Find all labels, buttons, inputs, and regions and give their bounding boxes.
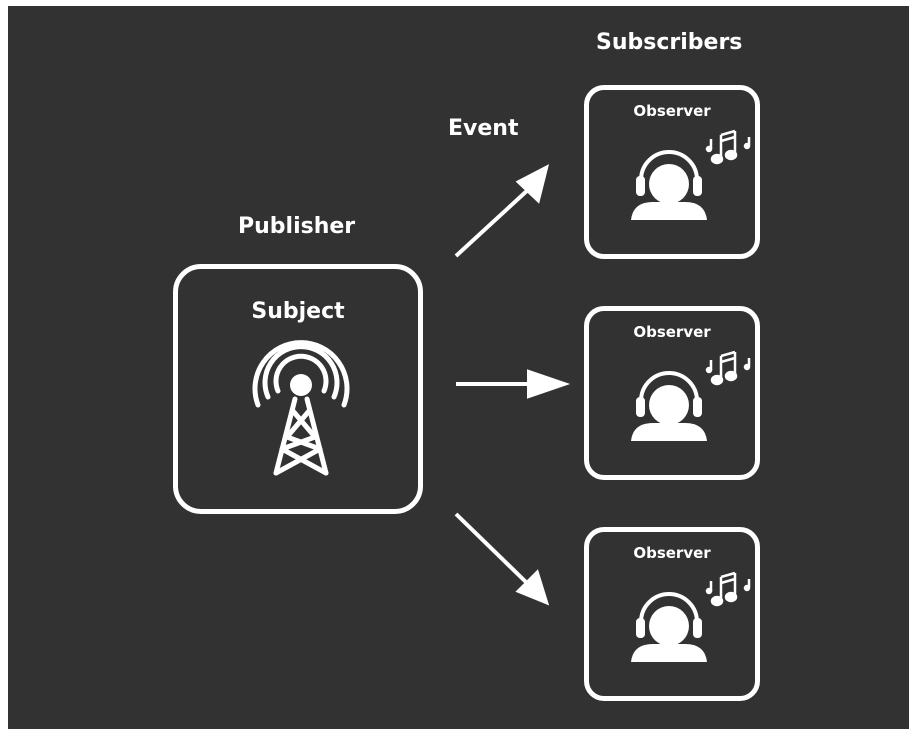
- music-notes-icon: [705, 129, 751, 165]
- observer-box-1: Observer: [584, 85, 760, 259]
- arrow-to-observer-1: [454, 186, 532, 258]
- music-notes-icon: [705, 571, 751, 607]
- observer-title: Observer: [633, 323, 711, 341]
- observer-title: Observer: [633, 544, 711, 562]
- music-notes-icon: [705, 350, 751, 386]
- observer-box-2: Observer: [584, 306, 760, 480]
- listener-headphones-icon: [631, 371, 707, 441]
- event-arrows: [454, 164, 571, 606]
- listener-headphones-icon: [631, 150, 707, 220]
- diagram-canvas: Subscribers Event Publisher Subject Obse…: [8, 6, 909, 729]
- arrow-to-observer-3: [454, 512, 530, 586]
- listener-headphones-icon: [631, 592, 707, 662]
- observer-title: Observer: [633, 102, 711, 120]
- observer-box-3: Observer: [584, 527, 760, 701]
